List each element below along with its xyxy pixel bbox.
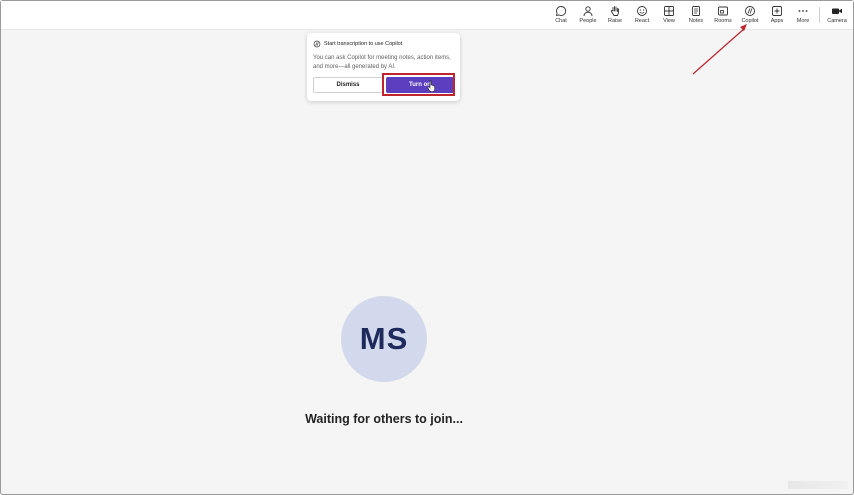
rooms-icon (718, 6, 728, 16)
toolbar-react-button[interactable]: React (628, 3, 656, 27)
toolbar-chat-button[interactable]: Chat (547, 3, 575, 27)
dismiss-button[interactable]: Dismiss (313, 77, 383, 93)
toolbar-rooms-label: Rooms (714, 18, 732, 24)
raise-hand-icon (610, 6, 619, 16)
toolbar-view-button[interactable]: View (655, 3, 683, 27)
toolbar-more-button[interactable]: More (789, 3, 817, 27)
toolbar-copilot-label: Copilot (741, 18, 759, 24)
popup-title-text: Start transcription to use Copilot (324, 41, 403, 47)
toolbar-react-label: React (634, 18, 650, 24)
avatar: MS (341, 296, 427, 382)
toolbar-copilot-button[interactable]: Copilot (736, 3, 764, 27)
waiting-status-text: Waiting for others to join... (305, 412, 463, 426)
toolbar-apps-button[interactable]: Apps (763, 3, 791, 27)
camera-icon (832, 8, 842, 14)
copilot-icon (745, 6, 755, 16)
notes-icon (692, 6, 700, 16)
meeting-toolbar: Chat People Raise React View Notes Rooms… (1, 1, 853, 30)
toolbar-view-label: View (663, 18, 675, 24)
toolbar-camera-button[interactable]: Camera (823, 3, 851, 27)
hand-pointer-icon (427, 79, 435, 92)
toolbar-people-button[interactable]: People (574, 3, 602, 27)
watermark (788, 481, 848, 489)
apps-icon (772, 6, 782, 16)
react-icon (637, 6, 647, 16)
toolbar-people-label: People (579, 18, 597, 24)
popup-description: You can ask Copilot for meeting notes, a… (313, 55, 451, 70)
toolbar-more-label: More (796, 18, 810, 24)
toolbar-rooms-button[interactable]: Rooms (709, 3, 737, 27)
toolbar-chat-label: Chat (555, 18, 567, 24)
toolbar-camera-label: Camera (827, 18, 847, 24)
toolbar-divider (819, 7, 820, 23)
more-icon (798, 10, 808, 12)
toolbar-raise-label: Raise (607, 18, 623, 24)
toolbar-notes-label: Notes (688, 18, 704, 24)
popup-title: Start transcription to use Copilot (313, 40, 402, 48)
copilot-icon (313, 40, 321, 48)
toolbar-notes-button[interactable]: Notes (682, 3, 710, 27)
turn-on-highlight-box (382, 73, 455, 96)
people-icon (583, 6, 593, 17)
toolbar-apps-label: Apps (770, 18, 784, 24)
toolbar-raise-button[interactable]: Raise (601, 3, 629, 27)
view-icon (664, 6, 674, 16)
chat-icon (555, 6, 567, 17)
